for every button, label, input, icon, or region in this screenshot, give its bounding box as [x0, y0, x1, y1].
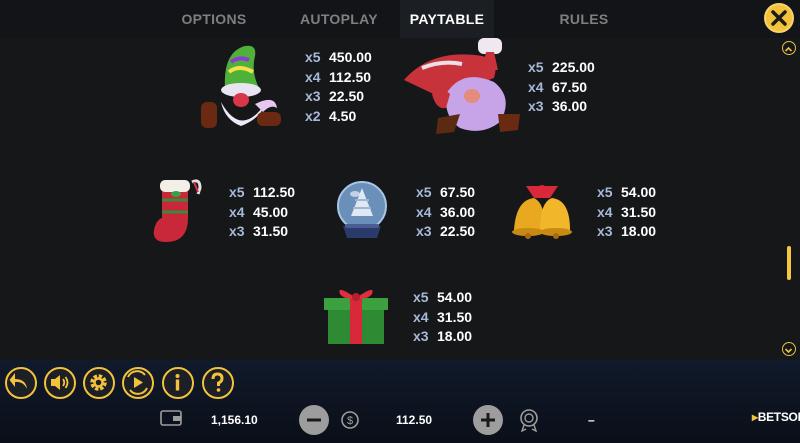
sound-button[interactable] — [44, 367, 76, 399]
autoplay-button[interactable] — [122, 367, 154, 399]
payout-amount: 225.00 — [552, 59, 595, 75]
speaker-icon — [51, 375, 69, 390]
multiplier: x4 — [416, 203, 432, 220]
gnome-green-symbol — [201, 45, 281, 128]
paytable-stocking: x5 112.50 x4 45.00 x3 31.50 — [229, 183, 295, 242]
bottom-control-bar — [0, 360, 800, 443]
multiplier: x3 — [413, 328, 429, 344]
scrollbar[interactable] — [782, 38, 796, 360]
tab-rules[interactable]: RULES — [556, 0, 612, 38]
multiplier: x5 — [597, 184, 613, 200]
scroll-thumb[interactable] — [787, 246, 791, 280]
info-button[interactable] — [162, 367, 194, 399]
chevron-up-icon — [784, 46, 793, 52]
stocking-symbol — [153, 179, 202, 242]
multiplier: x5 — [416, 184, 432, 200]
paytable-gnome-red: x5 225.00 x4 67.50 x3 36.00 — [528, 58, 595, 117]
multiplier: x5 — [413, 289, 429, 305]
svg-text:$: $ — [347, 415, 353, 427]
decrease-bet-button[interactable] — [299, 405, 329, 435]
multiplier: x5 — [229, 184, 245, 200]
coins-icon: $ — [341, 411, 359, 429]
autoplay-icon — [127, 370, 148, 395]
win-value: – — [588, 413, 595, 427]
payout-amount: 450.00 — [329, 49, 372, 65]
payout-amount: 4.50 — [329, 107, 357, 124]
wallet-icon — [160, 410, 182, 426]
back-arrow-icon — [9, 373, 27, 389]
multiplier: x4 — [413, 308, 429, 325]
scroll-up-button[interactable] — [782, 41, 796, 55]
payout-amount: 22.50 — [440, 223, 476, 239]
payout-amount: 54.00 — [437, 289, 473, 305]
payout-amount: 54.00 — [621, 184, 657, 200]
multiplier: x4 — [229, 203, 245, 220]
paytable-bells: x5 54.00 x4 31.50 x3 18.00 — [597, 183, 656, 242]
plus-icon — [481, 413, 495, 427]
multiplier: x5 — [305, 49, 321, 65]
payout-amount: 36.00 — [440, 203, 476, 220]
payout-amount: 18.00 — [437, 328, 473, 344]
multiplier: x3 — [528, 98, 544, 114]
multiplier: x3 — [597, 223, 613, 239]
gift-symbol — [324, 289, 388, 344]
close-icon — [771, 10, 787, 26]
gear-icon — [90, 374, 107, 391]
help-button[interactable] — [202, 367, 234, 399]
bells-symbol — [512, 185, 572, 239]
payout-amount: 112.50 — [253, 184, 296, 200]
payout-amount: 45.00 — [253, 203, 289, 220]
multiplier: x4 — [305, 68, 321, 85]
payout-amount: 67.50 — [440, 184, 476, 200]
paytable-snow-globe: x5 67.50 x4 36.00 x3 22.50 — [416, 183, 475, 242]
payout-amount: 31.50 — [621, 203, 657, 220]
paytable-panel — [0, 38, 800, 360]
paytable-gift: x5 54.00 x4 31.50 x3 18.00 — [413, 288, 472, 347]
back-button[interactable] — [5, 367, 37, 399]
question-icon — [211, 372, 224, 392]
win-medal-icon — [520, 409, 538, 432]
tab-paytable[interactable]: PAYTABLE — [400, 0, 494, 38]
multiplier: x4 — [597, 203, 613, 220]
payout-amount: 112.50 — [329, 68, 372, 85]
minus-icon — [307, 418, 321, 422]
balance-value: 1,156.10 — [211, 413, 258, 427]
gnome-red-symbol — [404, 38, 520, 134]
payout-amount: 31.50 — [253, 223, 289, 239]
snow-globe-symbol — [337, 181, 387, 238]
close-button[interactable] — [764, 3, 794, 33]
payout-amount: 36.00 — [552, 98, 588, 114]
bet-value: 112.50 — [396, 413, 433, 427]
settings-button[interactable] — [83, 367, 115, 399]
multiplier: x5 — [528, 59, 544, 75]
tab-autoplay[interactable]: AUTOPLAY — [300, 0, 378, 38]
info-icon — [175, 374, 180, 391]
paytable-gnome-green: x5 450.00 x4 112.50 x3 22.50 x2 4.50 — [305, 48, 372, 126]
payout-amount: 67.50 — [552, 78, 588, 95]
tab-options[interactable]: OPTIONS — [180, 0, 248, 38]
payout-amount: 18.00 — [621, 223, 657, 239]
scroll-down-button[interactable] — [782, 342, 796, 356]
payout-amount: 22.50 — [329, 88, 365, 104]
chevron-down-icon — [784, 348, 793, 354]
betsoft-logo: ▸BETSOFT — [752, 410, 800, 424]
multiplier: x2 — [305, 107, 321, 124]
multiplier: x3 — [416, 223, 432, 239]
tab-bar: OPTIONS AUTOPLAY PAYTABLE RULES — [0, 0, 800, 38]
multiplier: x3 — [305, 88, 321, 104]
multiplier: x3 — [229, 223, 245, 239]
brand-name: BETSOFT — [757, 410, 800, 424]
increase-bet-button[interactable] — [473, 405, 503, 435]
multiplier: x4 — [528, 78, 544, 95]
payout-amount: 31.50 — [437, 308, 473, 325]
